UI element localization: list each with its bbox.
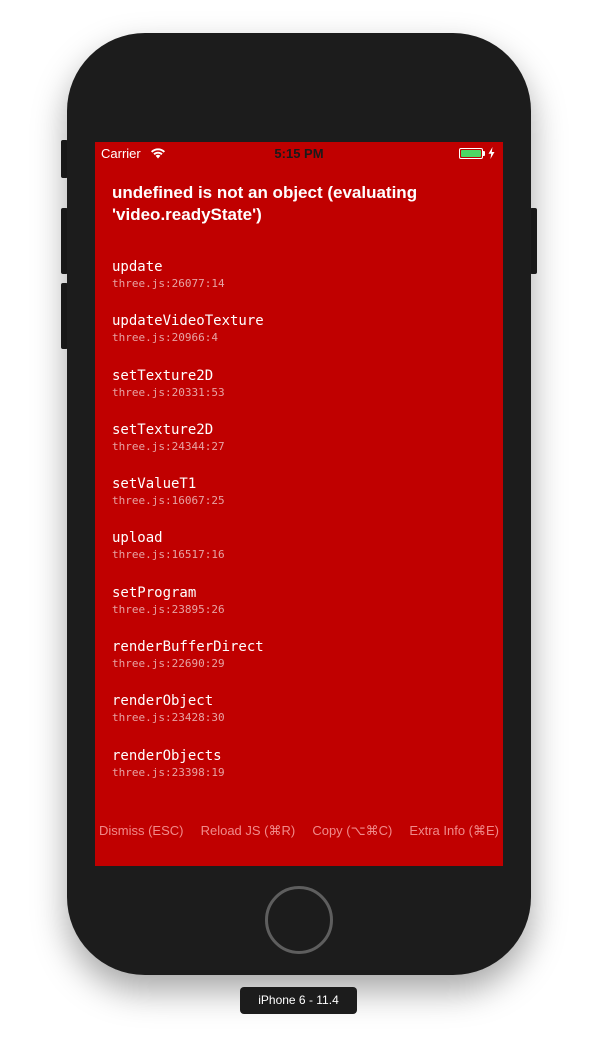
stack-frame-location: three.js:20331:53: [112, 385, 225, 399]
power-button: [530, 208, 537, 274]
stack-frame-function: renderObject: [112, 693, 214, 710]
stack-frame-function: update: [112, 259, 163, 275]
stack-frame[interactable]: setProgram three.js:23895:26: [112, 584, 492, 638]
battery-cap: [483, 151, 485, 156]
home-button[interactable]: [265, 886, 333, 954]
battery-icon: [459, 148, 483, 159]
status-bar: Carrier 5:15 PM: [95, 142, 503, 164]
device-label: iPhone 6 - 11.4: [240, 987, 357, 1014]
stack-frame-location: three.js:16517:16: [112, 548, 225, 562]
stack-frame-location: three.js:26077:14: [112, 277, 225, 290]
stack-trace: update three.js:26077:14 updateVideoTextur…: [112, 258, 492, 801]
stack-frame[interactable]: renderObjects three.js:23398:19: [112, 747, 492, 801]
stack-frame[interactable]: upload three.js:16517:16: [112, 529, 492, 583]
stack-frame-location: three.js:22690:29: [112, 657, 225, 671]
stack-frame-function: renderBufferDirect: [112, 639, 264, 656]
stack-frame-location: three.js:16067:25: [112, 494, 225, 508]
stack-frame-function: upload: [112, 530, 163, 547]
extra-info-button[interactable]: Extra Info (⌘E): [409, 823, 499, 843]
stack-frame-function: setTexture2D: [112, 421, 214, 438]
stack-frame-function: setProgram: [112, 584, 197, 601]
status-time: 5:15 PM: [274, 146, 324, 161]
stack-frame[interactable]: setTexture2D three.js:24344:27: [112, 421, 492, 475]
charging-bolt-icon: [488, 147, 495, 159]
stack-frame[interactable]: setTexture2D three.js:20331:53: [112, 367, 492, 421]
stack-frame-location: three.js:23428:30: [112, 711, 225, 725]
stack-frame[interactable]: updateVideoTexture three.js:20966:4: [112, 312, 492, 366]
stack-frame-location: three.js:23895:26: [112, 602, 225, 616]
error-message: undefined is not an object (evaluating '…: [112, 183, 418, 224]
stack-frame-location: three.js:20966:4: [112, 331, 218, 345]
stack-frame[interactable]: renderBufferDirect three.js:22690:29: [112, 638, 492, 692]
error-screen: Carrier 5:15 PM undefined is not an obje…: [95, 142, 503, 866]
stack-frame-function: updateVideoTexture: [112, 313, 264, 330]
stack-frame[interactable]: update three.js:26077:14: [112, 258, 492, 312]
stack-frame[interactable]: renderObject three.js:23428:30: [112, 692, 492, 746]
copy-button[interactable]: Copy (⌥⌘C): [312, 823, 392, 843]
reload-js-button[interactable]: Reload JS (⌘R): [201, 823, 296, 843]
stack-frame-function: renderObjects: [112, 747, 222, 764]
redbox-toolbar: Dismiss (ESC) Reload JS (⌘R) Copy (⌥⌘C) …: [95, 823, 503, 843]
stack-frame-function: setTexture2D: [112, 367, 214, 384]
dismiss-button[interactable]: Dismiss (ESC): [99, 823, 184, 843]
stack-frame-location: three.js:23398:19: [112, 765, 225, 779]
stack-frame-function: setValueT1: [112, 476, 197, 493]
stack-frame[interactable]: setValueT1 three.js:16067:25: [112, 475, 492, 529]
stack-frame-location: three.js:24344:27: [112, 439, 225, 453]
battery-level: [461, 150, 481, 157]
